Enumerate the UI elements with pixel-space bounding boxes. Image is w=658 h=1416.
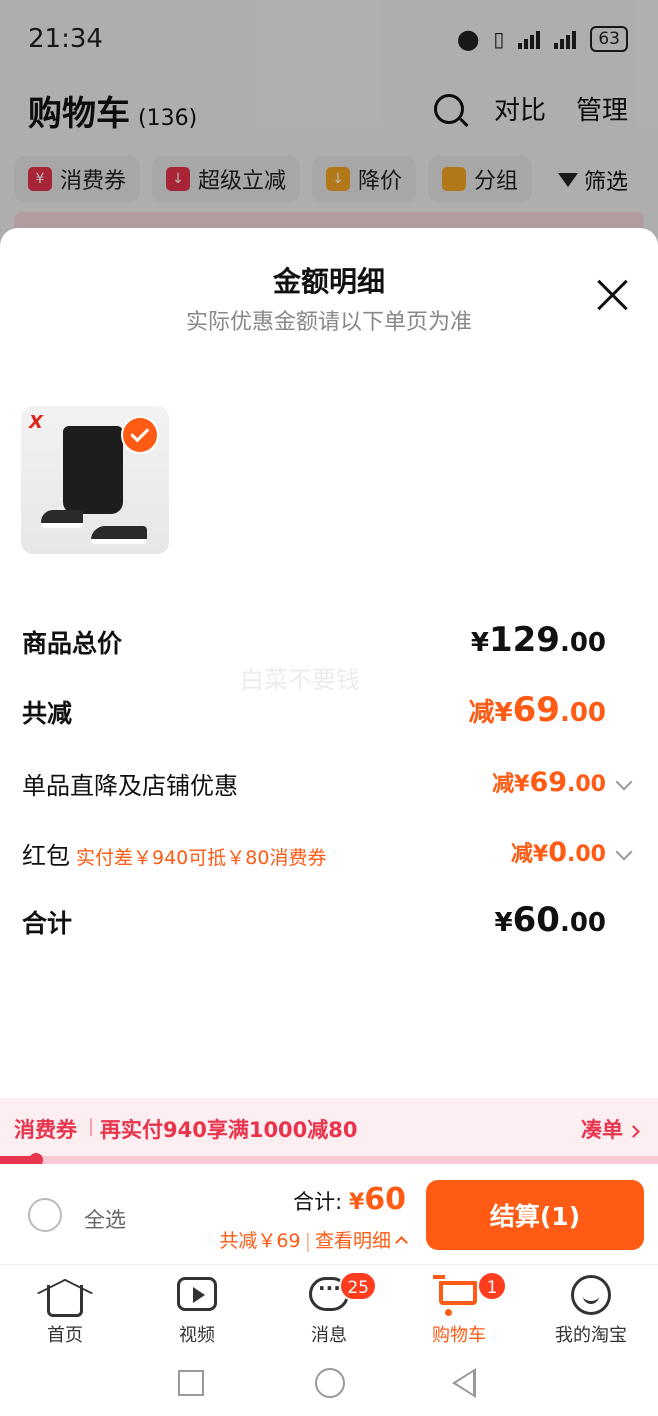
discount-prefix: 减 [492, 772, 515, 797]
checkout-button[interactable]: 结算(1) [426, 1180, 644, 1250]
amount-int: 69 [529, 767, 568, 798]
amount-dec: .00 [559, 698, 606, 728]
discount-total-row: 共减 减¥69.00 [22, 690, 636, 734]
red-packet-hint: 实付差￥940可抵￥80消费券 [76, 847, 327, 869]
tab-label: 消息 [311, 1325, 347, 1346]
sheet-subtitle: 实际优惠金额请以下单页为准 [185, 310, 472, 335]
currency: ¥ [348, 1190, 365, 1215]
total-amount: 60 [364, 1182, 406, 1217]
amount-detail-sheet: 金额明细 实际优惠金额请以下单页为准 X 白菜不要钱 商品总价 ¥129.00 … [0, 228, 658, 1098]
total-value: ¥60.00 [495, 900, 606, 940]
total-row: 合计 ¥60.00 [22, 900, 636, 944]
promo-progress-bar [0, 1153, 658, 1167]
subtotal-value: ¥129.00 [471, 620, 606, 660]
promo-divider [90, 1118, 92, 1136]
tab-label: 购物车 [432, 1325, 486, 1346]
product-thumbnail[interactable]: X [21, 406, 169, 554]
tab-label: 视频 [179, 1325, 215, 1346]
overlay-dim[interactable] [0, 0, 658, 260]
red-packet-label: 红包 实付差￥940可抵￥80消费券 [22, 836, 326, 871]
total-label: 合计: [293, 1190, 343, 1214]
cart-icon: 1 [433, 1271, 507, 1317]
red-packet-row[interactable]: 红包 实付差￥940可抵￥80消费券 减¥0.00 [22, 836, 636, 876]
amount-dec: .00 [559, 908, 606, 938]
system-nav-bar [0, 1348, 658, 1416]
shoe-image [41, 510, 83, 528]
detail-label: 查看明细 [314, 1230, 391, 1252]
item-discount-value: 减¥69.00 [492, 766, 606, 798]
brand-logo: X [29, 412, 43, 433]
discount-total-value: 减¥69.00 [469, 690, 607, 730]
add-on-label: 凑单 [581, 1118, 623, 1142]
item-discount-label: 单品直降及店铺优惠 [22, 772, 238, 800]
recent-apps-icon[interactable] [178, 1370, 204, 1396]
message-icon: 25 [309, 1271, 377, 1315]
amount-dec: .00 [567, 842, 606, 867]
tab-label: 首页 [47, 1325, 83, 1346]
total-label: 合计 [22, 909, 73, 938]
home-icon [36, 1275, 94, 1317]
subtotal-row: 商品总价 ¥129.00 [22, 620, 636, 664]
chevron-up-icon [395, 1236, 408, 1249]
chevron-down-icon [615, 773, 633, 791]
currency: ¥ [532, 842, 549, 867]
amount-dec: .00 [559, 628, 606, 658]
pants-image [63, 426, 123, 514]
select-all-label[interactable]: 全选 [84, 1204, 126, 1234]
amount-int: 129 [488, 620, 560, 660]
item-discount-row[interactable]: 单品直降及店铺优惠 减¥69.00 [22, 766, 636, 806]
amount-int: 60 [512, 900, 560, 940]
watermark: 白菜不要钱 [240, 666, 360, 694]
discount-total-label: 共减 [22, 699, 73, 728]
amount-int: 69 [512, 690, 560, 730]
coupon-promo-bar[interactable]: 消费券 再实付940享满1000减80 凑单 [0, 1098, 658, 1156]
promo-text: 再实付940享满1000减80 [100, 1118, 358, 1142]
checkout-total: 合计: ¥60 [293, 1182, 406, 1217]
chevron-right-icon [627, 1124, 640, 1138]
amount-int: 0 [548, 837, 568, 868]
tab-home[interactable]: 首页 [10, 1271, 120, 1347]
currency: ¥ [514, 772, 530, 797]
cart-badge: 1 [477, 1271, 507, 1301]
currency: ¥ [470, 628, 489, 658]
back-icon[interactable] [452, 1368, 476, 1398]
discount-text: 共减￥69 [219, 1230, 301, 1252]
tab-video[interactable]: 视频 [142, 1271, 252, 1347]
home-button-icon[interactable] [315, 1368, 345, 1398]
discount-prefix: 减 [468, 698, 495, 728]
view-detail-link[interactable]: 共减￥69 | 查看明细 [219, 1226, 408, 1253]
profile-icon [571, 1275, 611, 1315]
check-icon [121, 416, 159, 454]
video-icon [177, 1275, 217, 1315]
tab-profile[interactable]: 我的淘宝 [536, 1271, 646, 1347]
promo-tag: 消费券 [14, 1118, 77, 1142]
shoe-image [91, 526, 147, 544]
tab-label: 我的淘宝 [555, 1325, 627, 1346]
sheet-title: 金额明细 [272, 265, 385, 298]
subtotal-label: 商品总价 [22, 629, 123, 658]
bottom-tab-bar: 首页 视频 25 消息 1 购物车 我的淘宝 [0, 1264, 658, 1348]
currency: ¥ [494, 698, 513, 728]
red-packet-label-text: 红包 [22, 842, 70, 870]
chevron-down-icon [615, 843, 633, 861]
select-all-radio[interactable] [28, 1198, 62, 1232]
amount-dec: .00 [567, 772, 606, 797]
checkout-bar: 全选 合计: ¥60 共减￥69 | 查看明细 结算(1) [0, 1164, 658, 1264]
message-badge: 25 [339, 1271, 377, 1301]
tab-cart[interactable]: 1 购物车 [404, 1271, 514, 1347]
tab-messages[interactable]: 25 消息 [274, 1271, 384, 1347]
currency: ¥ [494, 908, 513, 938]
red-packet-value: 减¥0.00 [511, 836, 606, 868]
add-on-link[interactable]: 凑单 [581, 1114, 640, 1144]
detail-divider: | [304, 1230, 311, 1252]
discount-prefix: 减 [510, 842, 533, 867]
close-icon[interactable] [596, 278, 630, 312]
promo-progress-fill [0, 1156, 33, 1164]
